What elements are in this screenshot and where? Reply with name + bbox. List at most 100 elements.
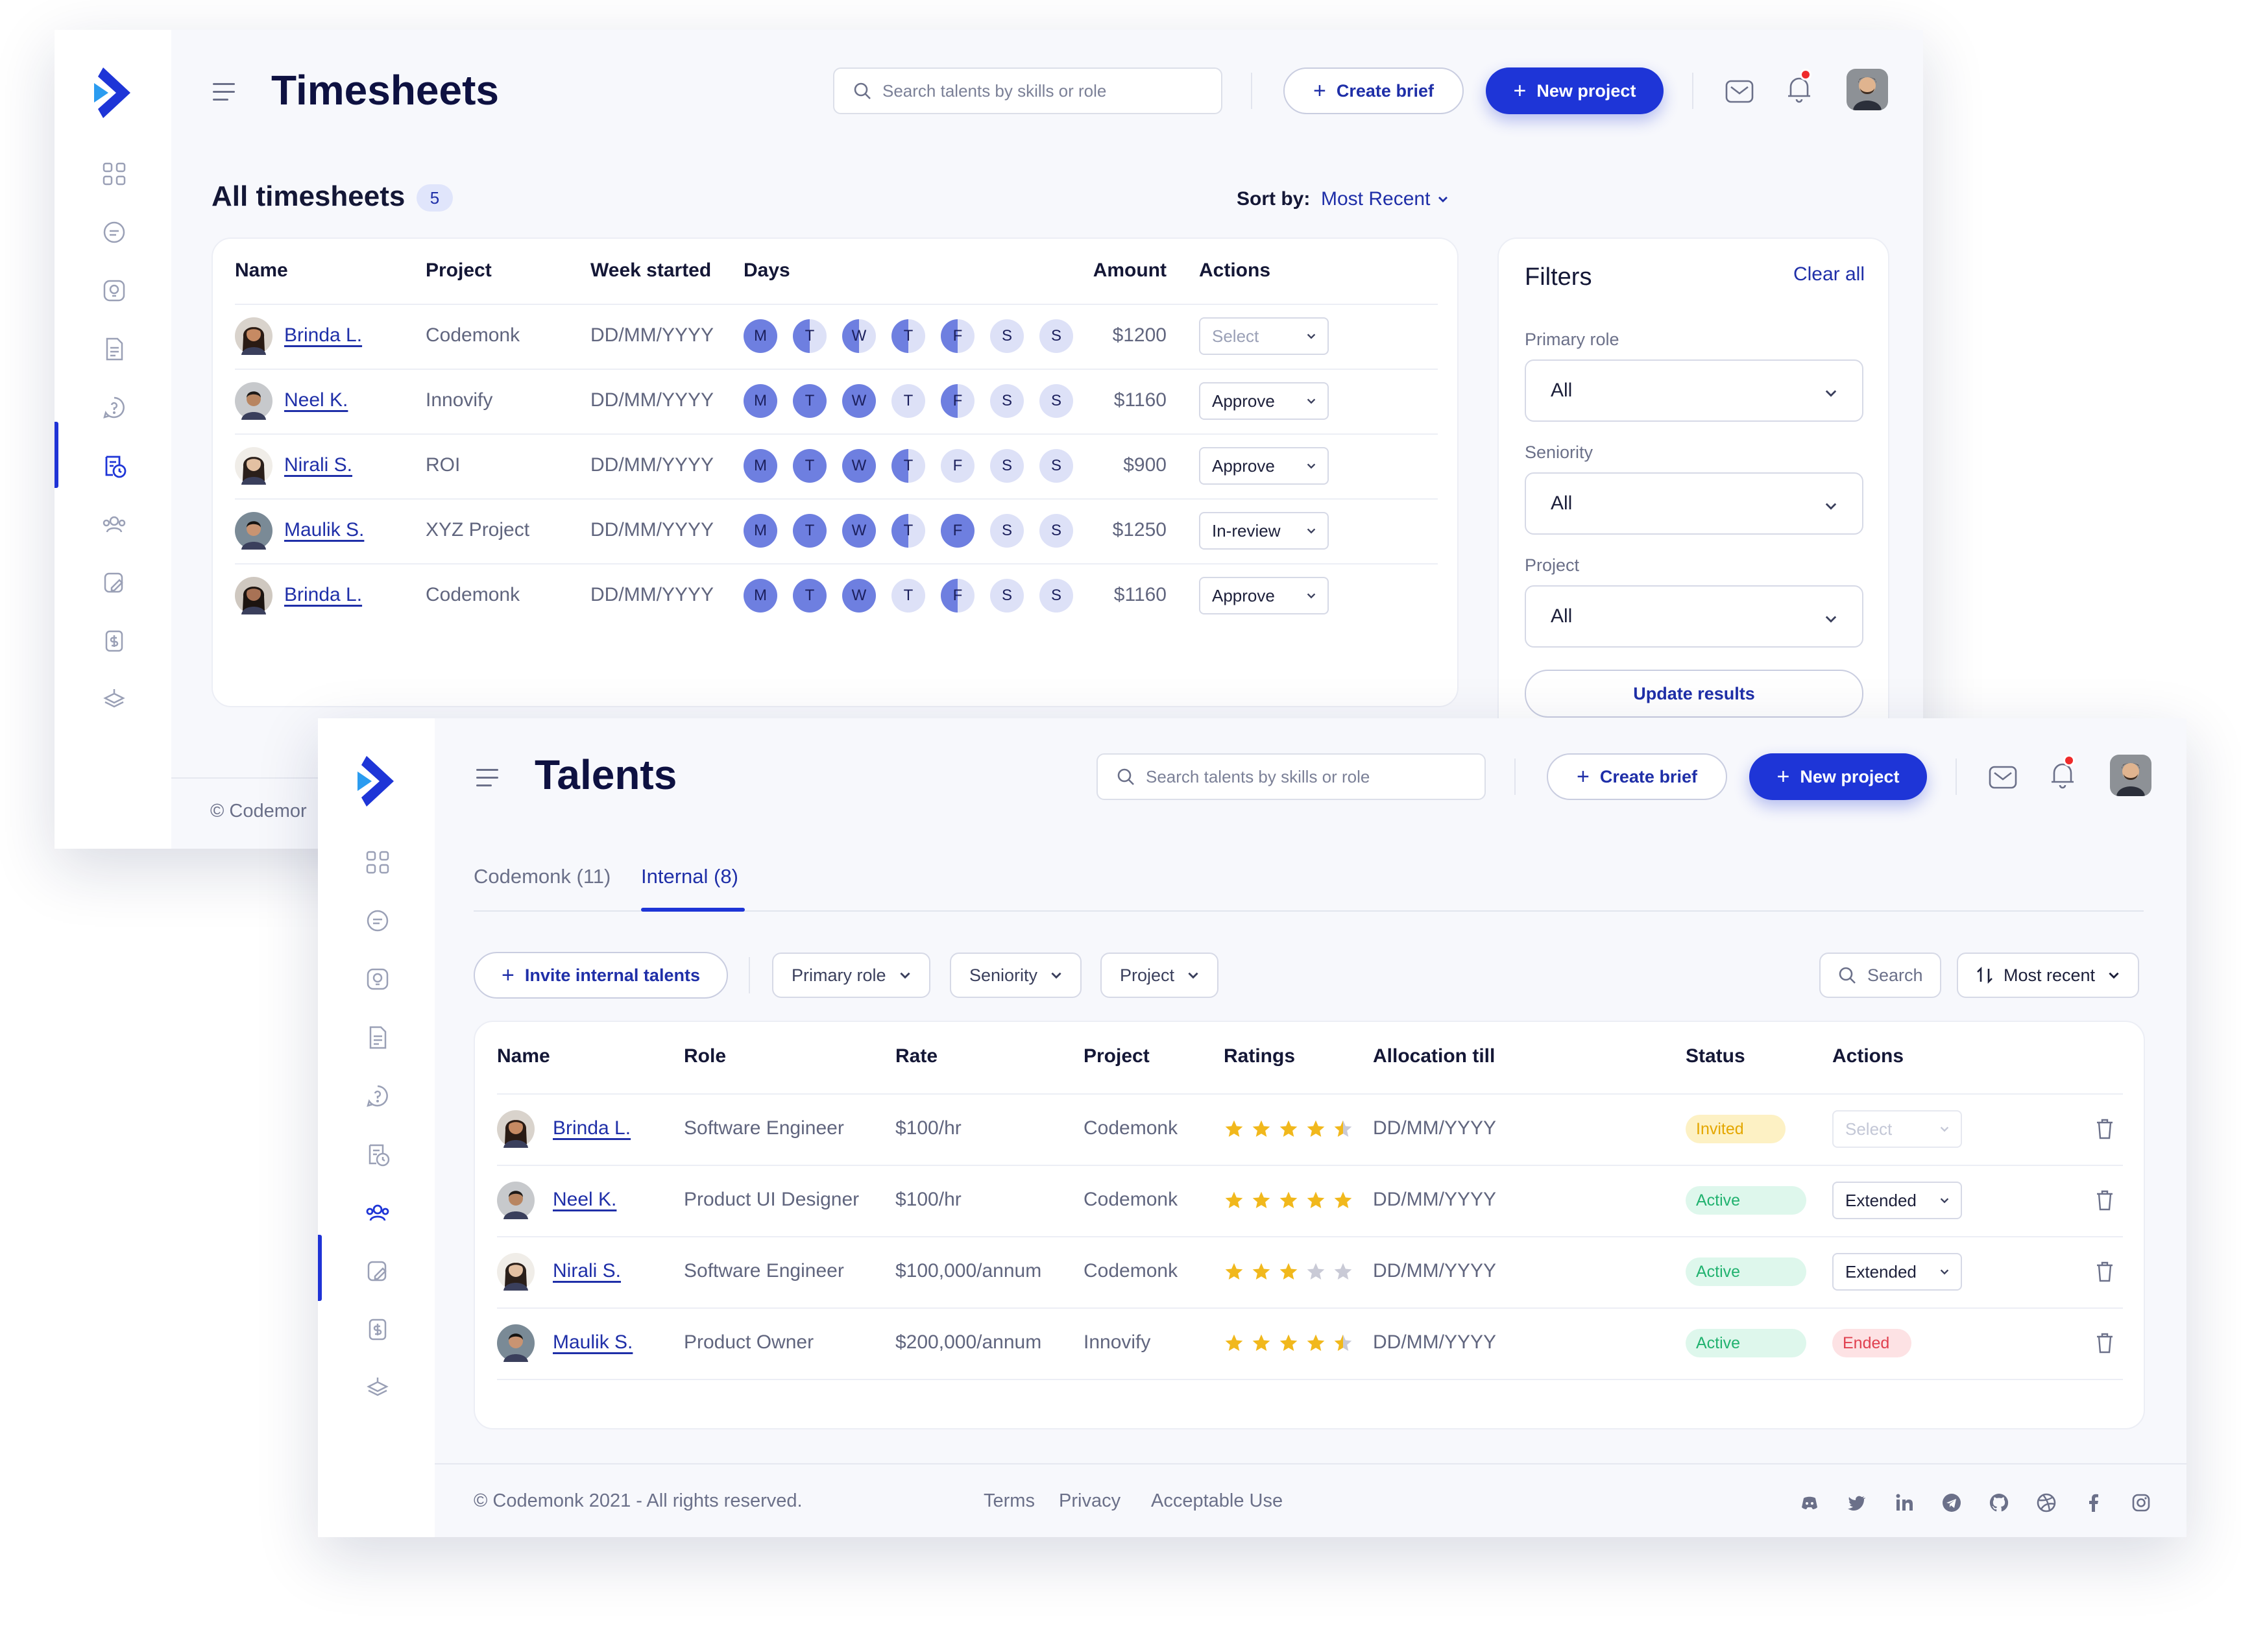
column-header-actions: Actions [1199, 260, 1271, 281]
seniority-filter[interactable]: Seniority [950, 953, 1082, 998]
dribbble-icon[interactable] [2035, 1492, 2057, 1514]
delete-icon[interactable] [2094, 1331, 2115, 1355]
talent-name-link[interactable]: Nirali S. [553, 1260, 621, 1282]
sidebar [55, 30, 171, 849]
github-icon[interactable] [1988, 1492, 2010, 1514]
linkedin-icon[interactable] [1893, 1492, 1915, 1514]
edit-icon[interactable] [363, 1257, 392, 1285]
active-indicator [318, 1235, 322, 1301]
user-avatar[interactable] [2110, 755, 2151, 796]
avatar [497, 1110, 535, 1148]
create-brief-button[interactable]: + Create brief [1547, 753, 1727, 800]
primary-role-select[interactable]: All [1525, 359, 1863, 422]
new-project-button[interactable]: + New project [1749, 753, 1927, 800]
day-indicator: F [941, 449, 975, 483]
menu-toggle-icon[interactable] [213, 83, 235, 101]
instagram-icon[interactable] [2130, 1492, 2152, 1514]
talent-name-link[interactable]: Neel K. [553, 1189, 616, 1211]
day-indicator: S [990, 579, 1024, 613]
action-select[interactable]: Approve [1199, 382, 1329, 420]
timesheet-icon[interactable] [363, 1140, 392, 1169]
rate-cell: $100/hr [895, 1189, 962, 1210]
search-input[interactable]: Search talents by skills or role [833, 67, 1222, 114]
create-brief-button[interactable]: + Create brief [1283, 67, 1464, 114]
tab-internal[interactable]: Internal (8) [641, 865, 738, 888]
mail-icon[interactable] [1723, 75, 1756, 108]
action-select[interactable]: Extended [1832, 1253, 1962, 1291]
clear-all-link[interactable]: Clear all [1793, 263, 1865, 285]
delete-icon[interactable] [2094, 1189, 2115, 1212]
action-select[interactable]: Approve [1199, 447, 1329, 485]
ideas-icon[interactable] [363, 965, 392, 993]
document-icon[interactable] [100, 335, 128, 363]
talent-name-link[interactable]: Brinda L. [284, 324, 362, 346]
action-select[interactable]: In-review [1199, 512, 1329, 550]
day-indicator: M [744, 384, 777, 418]
talents-icon[interactable] [363, 1198, 392, 1227]
help-icon[interactable] [100, 393, 128, 422]
talent-name-link[interactable]: Maulik S. [553, 1331, 633, 1354]
action-select[interactable]: Extended [1832, 1182, 1962, 1219]
notification-dot [1800, 69, 1811, 80]
billing-icon[interactable] [100, 627, 128, 655]
invite-internal-talents-button[interactable]: + Invite internal talents [474, 952, 728, 999]
timesheet-icon[interactable] [100, 452, 128, 480]
update-results-button[interactable]: Update results [1525, 670, 1863, 718]
facebook-icon[interactable] [2083, 1492, 2105, 1514]
action-select[interactable]: Select [1199, 317, 1329, 355]
talent-name-link[interactable]: Brinda L. [553, 1117, 631, 1139]
document-icon[interactable] [363, 1023, 392, 1052]
page-title: Talents [535, 751, 677, 798]
ideas-icon[interactable] [100, 276, 128, 305]
search-input[interactable]: Search talents by skills or role [1096, 753, 1486, 800]
mail-icon[interactable] [1987, 761, 2019, 794]
footer-link-privacy[interactable]: Privacy [1059, 1490, 1120, 1512]
menu-toggle-icon[interactable] [476, 769, 498, 787]
discord-icon[interactable] [1799, 1492, 1821, 1514]
telegram-icon[interactable] [1941, 1492, 1963, 1514]
codemonk-logo[interactable] [347, 752, 406, 810]
chat-icon[interactable] [100, 218, 128, 247]
star-icon [1225, 1120, 1243, 1137]
tab-codemonk[interactable]: Codemonk (11) [474, 865, 611, 888]
filters-title: Filters [1525, 263, 1592, 291]
talent-name-link[interactable]: Nirali S. [284, 454, 352, 476]
delete-icon[interactable] [2094, 1117, 2115, 1141]
gift-icon[interactable] [100, 685, 128, 714]
footer-link-terms[interactable]: Terms [984, 1490, 1035, 1512]
user-avatar[interactable] [1847, 69, 1888, 110]
twitter-icon[interactable] [1846, 1492, 1868, 1514]
dashboard-icon[interactable] [363, 848, 392, 877]
billing-icon[interactable] [363, 1315, 392, 1344]
project-filter[interactable]: Project [1100, 953, 1219, 998]
action-select[interactable]: Approve [1199, 577, 1329, 614]
delete-icon[interactable] [2094, 1260, 2115, 1283]
new-project-button[interactable]: + New project [1486, 67, 1664, 114]
help-icon[interactable] [363, 1082, 392, 1110]
chevron-down-icon [1825, 503, 1837, 510]
day-indicator: F [941, 384, 975, 418]
dashboard-icon[interactable] [100, 160, 128, 188]
edit-icon[interactable] [100, 568, 128, 597]
talents-icon[interactable] [100, 510, 128, 539]
column-header-rate: Rate [895, 1045, 938, 1067]
footer-link-acceptable-use[interactable]: Acceptable Use [1151, 1490, 1283, 1512]
chat-icon[interactable] [363, 906, 392, 935]
talent-name-link[interactable]: Brinda L. [284, 584, 362, 606]
plus-icon: + [1513, 79, 1527, 103]
rate-cell: $200,000/annum [895, 1331, 1042, 1353]
talent-name-link[interactable]: Maulik S. [284, 519, 364, 541]
avatar [235, 382, 273, 420]
primary-role-filter[interactable]: Primary role [772, 953, 930, 998]
action-select[interactable]: Select [1832, 1110, 1962, 1148]
gift-icon[interactable] [363, 1374, 392, 1402]
allocation-cell: DD/MM/YYYY [1373, 1189, 1497, 1210]
sort-dropdown[interactable]: Most recent [1957, 953, 2140, 998]
day-indicator: S [990, 514, 1024, 548]
seniority-select[interactable]: All [1525, 472, 1863, 535]
table-search-button[interactable]: Search [1819, 953, 1941, 998]
sort-dropdown[interactable]: Most Recent [1321, 188, 1449, 210]
project-select[interactable]: All [1525, 585, 1863, 648]
codemonk-logo[interactable] [84, 64, 142, 122]
talent-name-link[interactable]: Neel K. [284, 389, 348, 411]
